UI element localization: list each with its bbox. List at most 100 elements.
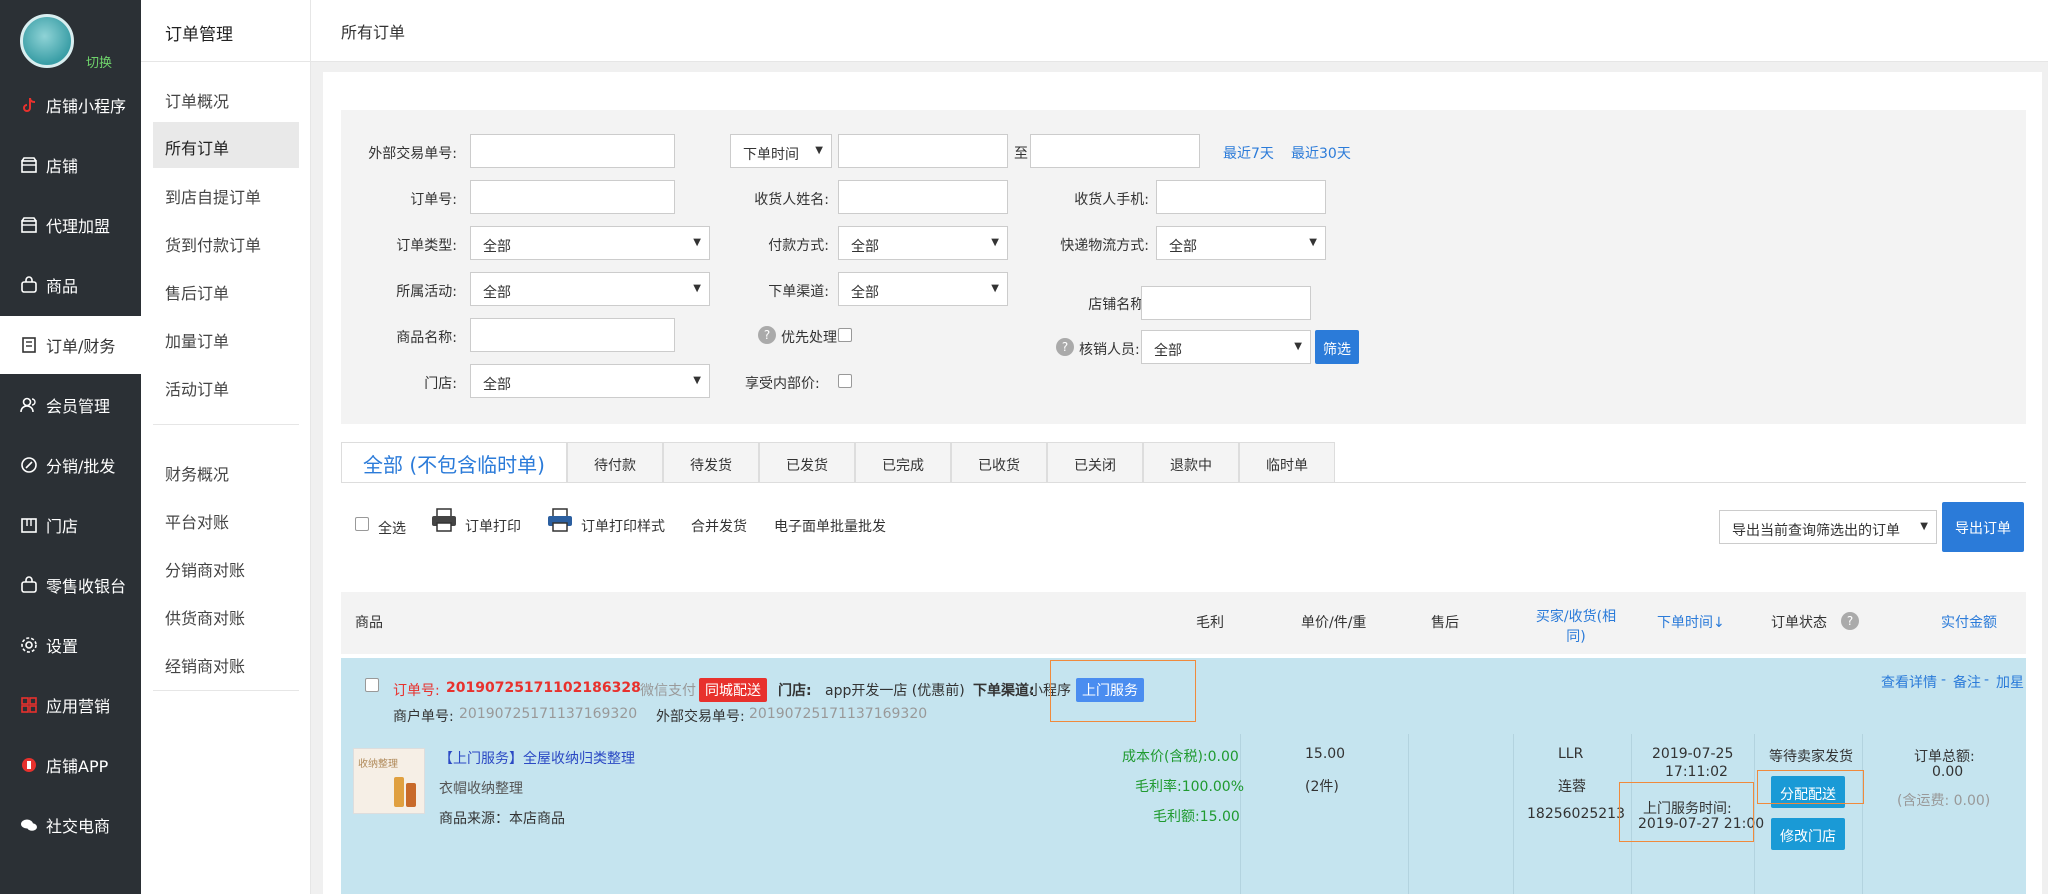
sidebar-item-cashier[interactable]: 零售收银台: [0, 556, 141, 614]
product-source: 商品来源：本店商品: [439, 811, 565, 827]
col-buyer[interactable]: 买家/收货(相同): [1531, 606, 1621, 646]
subnav-item-overview[interactable]: 订单概况: [153, 75, 299, 121]
subnav-title: 订单管理: [141, 0, 311, 62]
store-icon: [18, 154, 40, 176]
subnav-item-platform-reconcile[interactable]: 平台对账: [153, 496, 299, 542]
sidebar-item-mini-program[interactable]: 店铺小程序: [0, 76, 141, 134]
batch-waybill-button[interactable]: 电子面单批量批发: [774, 516, 886, 536]
subnav-item-distributor-reconcile[interactable]: 分销商对账: [153, 544, 299, 590]
col-gross-profit: 毛利: [1196, 615, 1224, 631]
highlight-box: [1619, 782, 1754, 842]
product-subtitle: 衣帽收纳整理: [439, 781, 523, 797]
order-no-input[interactable]: [470, 180, 675, 214]
sidebar-item-store[interactable]: 店铺: [0, 136, 141, 194]
last-7-days-link[interactable]: 最近7天: [1223, 143, 1274, 163]
distribution-icon: [18, 454, 40, 476]
sidebar-item-orders[interactable]: 订单/财务: [0, 316, 141, 374]
product-name-input[interactable]: [470, 318, 675, 352]
verifier-select[interactable]: 全部: [1141, 330, 1311, 364]
verifier-help-icon[interactable]: ?: [1056, 338, 1074, 356]
receiver-name-input[interactable]: [838, 180, 1008, 214]
select-all-checkbox[interactable]: [355, 517, 369, 531]
tab-temporary[interactable]: 临时单: [1239, 442, 1335, 483]
view-detail-link[interactable]: 查看详情: [1881, 672, 1937, 692]
print-style-button[interactable]: 订单打印样式: [581, 516, 665, 536]
sidebar-item-members[interactable]: 会员管理: [0, 376, 141, 434]
channel-select[interactable]: 全部: [838, 272, 1008, 306]
store-name-input[interactable]: [1141, 286, 1311, 320]
merge-ship-button[interactable]: 合并发货: [691, 516, 747, 536]
tab-refunding[interactable]: 退款中: [1143, 442, 1239, 483]
sidebar-item-label: 会员管理: [46, 397, 111, 416]
priority-checkbox[interactable]: [838, 328, 852, 342]
filter-button[interactable]: 筛选: [1315, 330, 1359, 364]
tab-received[interactable]: 已收货: [951, 442, 1047, 483]
pay-method-select[interactable]: 全部: [838, 226, 1008, 260]
sidebar-item-products[interactable]: 商品: [0, 256, 141, 314]
print-button[interactable]: 订单打印: [465, 516, 521, 536]
col-order-time[interactable]: 下单时间↓: [1657, 612, 1725, 632]
bottle-shape: [394, 777, 404, 807]
thumbnail-text: 收纳整理: [358, 759, 398, 770]
members-icon: [18, 394, 40, 416]
subnav-item-finance-overview[interactable]: 财务概况: [153, 448, 299, 494]
end-date-input[interactable]: [1030, 134, 1200, 168]
tab-pending-shipment[interactable]: 待发货: [663, 442, 759, 483]
filter-form: 外部交易单号: 下单时间 至 最近7天 最近30天 订单号: 收货人姓名: 收货…: [341, 110, 2026, 424]
subnav-item-bulk[interactable]: 加量订单: [153, 315, 299, 361]
ext-trade-no-input[interactable]: [470, 134, 675, 168]
internal-price-checkbox[interactable]: [838, 374, 852, 388]
main-content: 外部交易单号: 下单时间 至 最近7天 最近30天 订单号: 收货人姓名: 收货…: [311, 62, 2048, 894]
sidebar-item-label: 应用营销: [46, 697, 111, 716]
subnav-item-supplier-reconcile[interactable]: 供货商对账: [153, 592, 299, 638]
product-thumbnail[interactable]: 收纳整理: [353, 748, 425, 814]
order-checkbox[interactable]: [365, 678, 379, 692]
tab-pending-payment[interactable]: 待付款: [567, 442, 663, 483]
col-divider: [1754, 734, 1755, 894]
sidebar-item-agent[interactable]: 代理加盟: [0, 196, 141, 254]
subnav-item-after-sale[interactable]: 售后订单: [153, 267, 299, 313]
sidebar-item-settings[interactable]: 设置: [0, 616, 141, 674]
switch-link[interactable]: 切换: [86, 52, 112, 71]
export-orders-button[interactable]: 导出订单: [1942, 502, 2024, 552]
subnav-item-cod[interactable]: 货到付款订单: [153, 219, 299, 265]
sidebar-item-store-app[interactable]: 店铺APP: [0, 736, 141, 794]
tab-all[interactable]: 全部 (不包含临时单): [341, 442, 567, 483]
sidebar-item-social[interactable]: 社交电商: [0, 796, 141, 854]
last-30-days-link[interactable]: 最近30天: [1291, 143, 1351, 163]
tab-shipped[interactable]: 已发货: [759, 442, 855, 483]
sidebar-item-marketing[interactable]: 应用营销: [0, 676, 141, 734]
product-title-link[interactable]: 【上门服务】全屋收纳归类整理: [439, 748, 635, 768]
shop-select[interactable]: 全部: [470, 364, 710, 398]
subnav-item-dealer-reconcile[interactable]: 经销商对账: [153, 640, 299, 686]
sidebar-item-distribution[interactable]: 分销/批发: [0, 436, 141, 494]
subnav-item-pickup[interactable]: 到店自提订单: [153, 171, 299, 217]
subnav-item-all-orders[interactable]: 所有订单: [153, 122, 299, 168]
activity-select[interactable]: 全部: [470, 272, 710, 306]
add-star-link[interactable]: 加星: [1996, 672, 2024, 692]
express-select[interactable]: 全部: [1156, 226, 1326, 260]
export-scope-select[interactable]: 导出当前查询筛选出的订单: [1719, 510, 1937, 544]
status-help-icon[interactable]: ?: [1841, 612, 1859, 630]
sidebar-item-shops[interactable]: 门店: [0, 496, 141, 554]
order-subnav: 订单管理 订单概况 所有订单 到店自提订单 货到付款订单 售后订单 加量订单 活…: [141, 0, 311, 894]
note-link[interactable]: 备注: [1953, 672, 1981, 692]
order-date: 2019-07-25: [1652, 746, 1734, 762]
priority-help-icon[interactable]: ?: [758, 326, 776, 344]
avatar[interactable]: [20, 14, 74, 68]
ext-trade-no-label: 外部交易单号:: [368, 146, 457, 162]
time-type-select[interactable]: 下单时间: [730, 134, 832, 168]
subnav-item-activity[interactable]: 活动订单: [153, 363, 299, 409]
receiver-phone-input[interactable]: [1156, 180, 1326, 214]
order-type-select[interactable]: 全部: [470, 226, 710, 260]
store-icon: [18, 214, 40, 236]
quantity: (2件): [1305, 779, 1339, 795]
merchant-no: 20190725171137169320: [459, 706, 638, 722]
change-shop-button[interactable]: 修改门店: [1771, 818, 1845, 850]
highlight-box: [1757, 770, 1864, 804]
col-paid[interactable]: 实付金额: [1941, 612, 1997, 632]
start-date-input[interactable]: [838, 134, 1008, 168]
margin-rate: 毛利率:100.00%: [1135, 779, 1245, 795]
tab-closed[interactable]: 已关闭: [1047, 442, 1143, 483]
tab-completed[interactable]: 已完成: [855, 442, 951, 483]
